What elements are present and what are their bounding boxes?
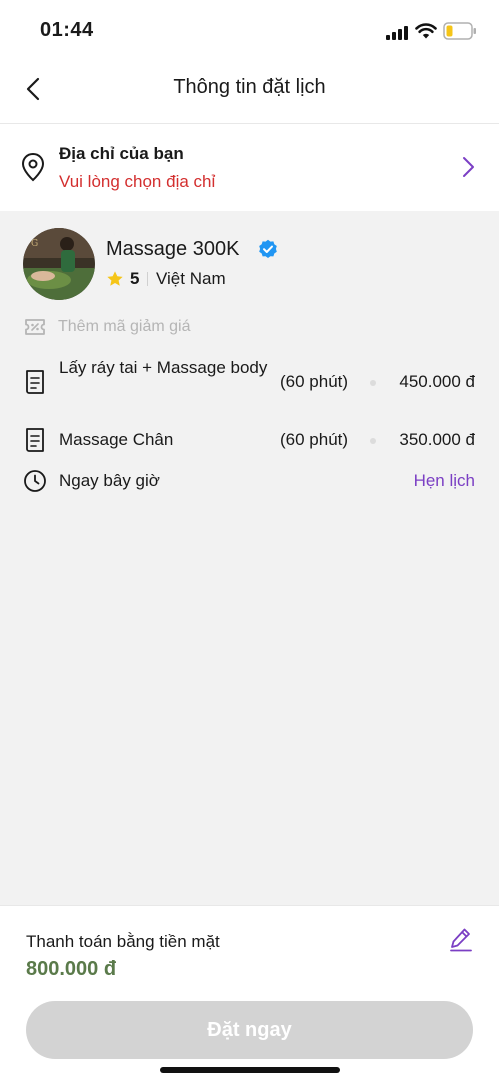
wifi-icon — [415, 23, 437, 39]
service-duration: (60 phút) — [280, 430, 349, 449]
service-name: Massage Chân — [59, 430, 174, 449]
service-price: 350.000 đ — [399, 430, 475, 449]
signal-icon — [386, 26, 408, 40]
battery-icon — [443, 22, 476, 40]
checkout-panel: Thanh toán bằng tiền mặt 800.000 đ Đặt n… — [0, 905, 499, 1079]
coupon-icon — [25, 319, 45, 335]
schedule-link[interactable]: Hẹn lịch — [414, 471, 475, 491]
address-selector[interactable]: Địa chỉ của bạn Vui lòng chọn địa chỉ — [0, 124, 499, 211]
verified-badge-icon — [259, 239, 277, 258]
status-bar: 01:44 — [0, 0, 499, 58]
address-title: Địa chỉ của bạn — [59, 144, 184, 163]
star-icon — [107, 271, 123, 286]
payment-method: Thanh toán bằng tiền mặt — [26, 932, 220, 951]
separator-dot — [370, 380, 376, 386]
total-price: 800.000 đ — [26, 958, 117, 980]
svg-text:G: G — [31, 239, 38, 249]
service-duration: (60 phút) — [280, 372, 349, 391]
edit-icon[interactable] — [449, 926, 473, 952]
service-price: 450.000 đ — [399, 372, 475, 391]
rating-divider — [147, 272, 148, 286]
nav-bar: Thông tin đặt lịch — [0, 58, 499, 124]
service-name: Lấy ráy tai + Massage body — [59, 358, 268, 377]
shop-name: Massage 300K — [106, 238, 240, 260]
book-now-button[interactable]: Đặt ngay — [26, 1001, 473, 1059]
add-coupon-button[interactable]: Thêm mã giảm giá — [22, 313, 322, 341]
receipt-icon — [26, 370, 44, 394]
location-pin-icon — [21, 152, 45, 182]
page-title: Thông tin đặt lịch — [173, 76, 326, 98]
shop-avatar: G — [23, 228, 95, 300]
separator-dot — [370, 438, 376, 444]
shop-country: Việt Nam — [156, 269, 226, 288]
home-indicator — [160, 1067, 340, 1073]
coupon-label: Thêm mã giảm giá — [58, 318, 191, 335]
chevron-right-icon — [463, 157, 474, 177]
clock-icon — [24, 470, 46, 492]
status-time: 01:44 — [40, 19, 94, 41]
address-warning: Vui lòng chọn địa chỉ — [59, 172, 216, 191]
receipt-icon — [26, 428, 44, 452]
time-label: Ngay bây giờ — [59, 471, 160, 490]
rating-value: 5 — [130, 269, 140, 288]
